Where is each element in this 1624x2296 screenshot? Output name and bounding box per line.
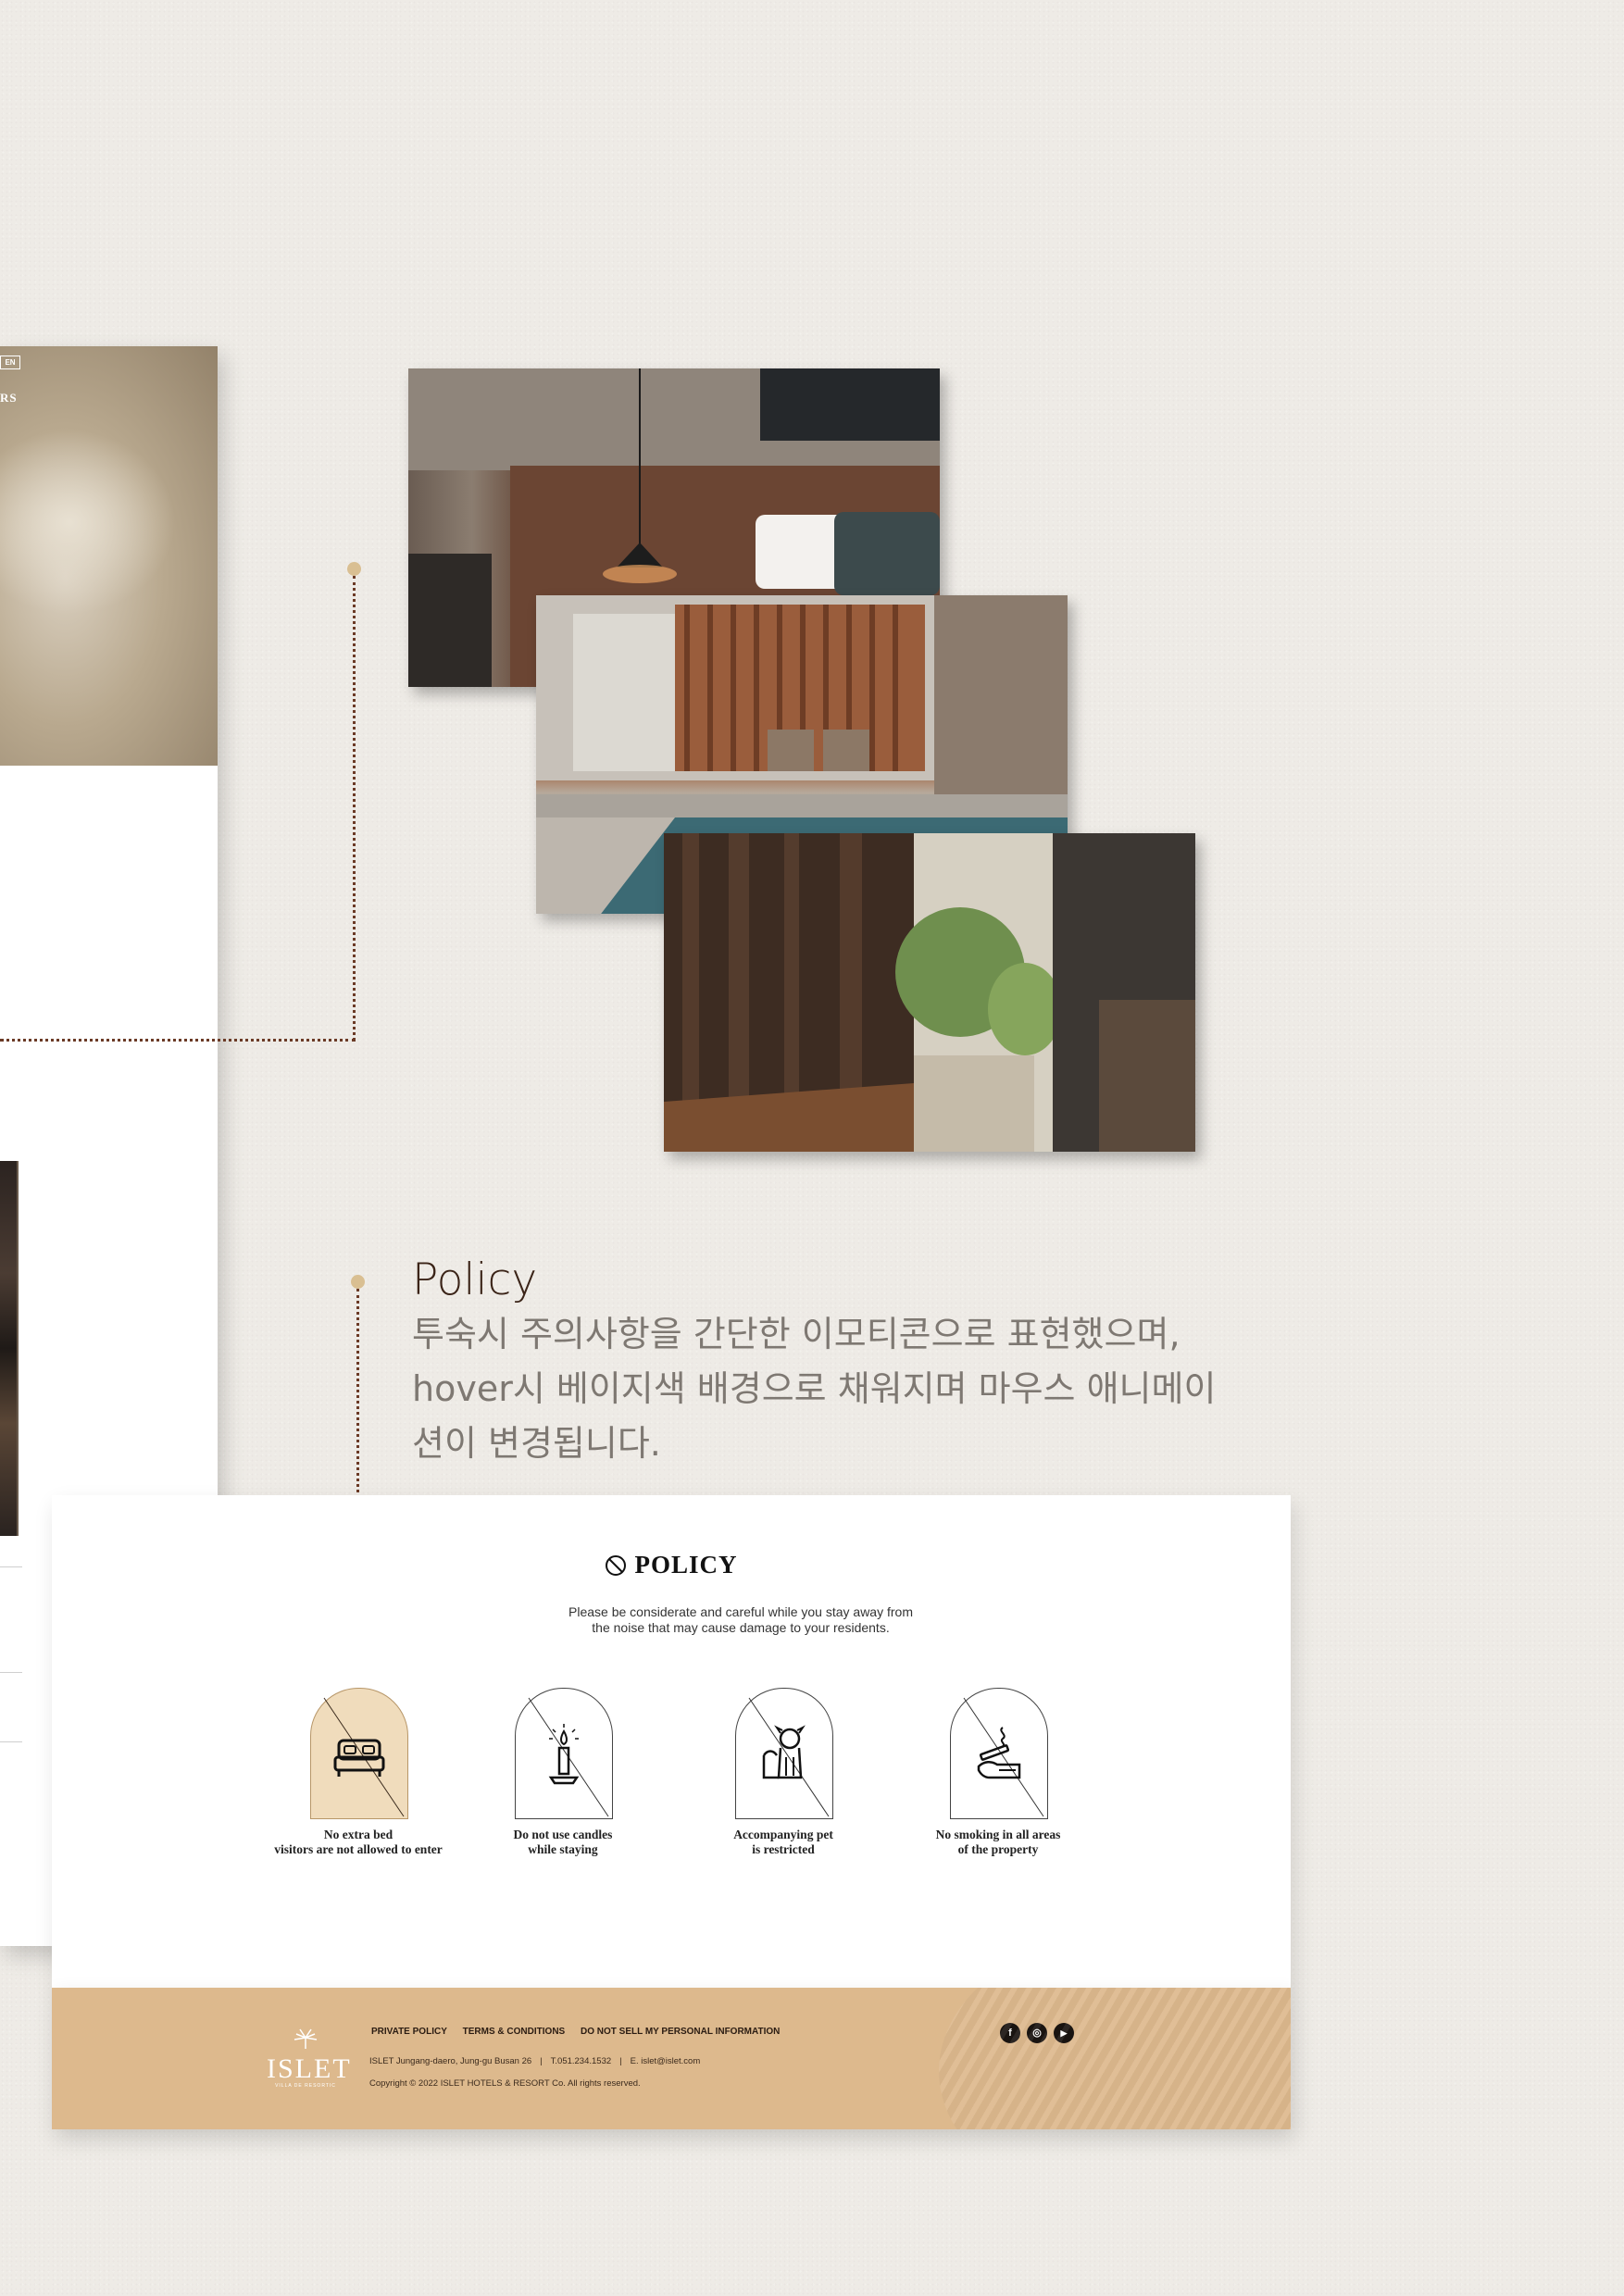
policy-label-line1: Accompanying pet (733, 1828, 833, 1841)
policy-label-no-candles: Do not use candles while staying (461, 1828, 665, 1857)
no-pets-icon (762, 1725, 806, 1779)
footer-email[interactable]: E. islet@islet.com (631, 2056, 701, 2066)
cropped-room-image (0, 1161, 19, 1536)
policy-label-line1: Do not use candles (513, 1828, 613, 1841)
islet-logo[interactable]: ISLET VILLA DE RESORTIC (267, 2028, 352, 2089)
policy-description: 투숙시 주의사항을 간단한 이모티콘으로 표현했으며, hover시 베이지색 … (412, 1314, 1217, 1464)
policy-label-line2: visitors are not allowed to enter (274, 1842, 443, 1856)
language-badge[interactable]: EN (0, 356, 20, 369)
palm-logo-icon (294, 2028, 318, 2049)
connector-dot (351, 1275, 365, 1289)
policy-subtitle-line1: Please be considerate and careful while … (568, 1604, 913, 1619)
policy-tile-no-candles[interactable] (515, 1688, 613, 1819)
no-candles-icon (548, 1724, 580, 1785)
policy-label-line1: No smoking in all areas (935, 1828, 1061, 1841)
footer-contact: ISLET Jungang-daero, Jung-gu Busan 26 | T.… (369, 2056, 701, 2066)
policy-title-text: POLICY (634, 1551, 738, 1578)
footer-copyright: Copyright © 2022 ISLET HOTELS & RESORT C… (369, 2078, 641, 2089)
divider (0, 1672, 22, 1673)
policy-label-no-pets: Accompanying pet is restricted (681, 1828, 885, 1857)
policy-label-line2: is restricted (752, 1842, 815, 1856)
hero-image (0, 346, 218, 766)
policy-tile-no-smoking[interactable] (950, 1688, 1048, 1819)
site-footer: ISLET VILLA DE RESORTIC PRIVATE POLICY T… (52, 1988, 1291, 2129)
footer-link-do-not-sell[interactable]: DO NOT SELL MY PERSONAL INFORMATION (581, 2027, 780, 2037)
no-smoking-icon (977, 1727, 1021, 1779)
policy-label-no-extra-bed: No extra bed visitors are not allowed to… (256, 1828, 460, 1857)
facebook-icon[interactable]: f (1000, 2023, 1020, 2043)
footer-address: ISLET Jungang-daero, Jung-gu Busan 26 (369, 2056, 532, 2066)
footer-link-privacy[interactable]: PRIVATE POLICY (371, 2027, 447, 2037)
policy-title: POLICY (52, 1551, 1291, 1579)
policy-subtitle: Please be considerate and careful while … (417, 1604, 1065, 1636)
policy-tile-no-extra-bed[interactable] (310, 1688, 408, 1819)
policy-section: POLICY Please be considerate and careful… (52, 1495, 1291, 1988)
connector-line (353, 576, 356, 1041)
divider (0, 1741, 22, 1742)
connector-dot (347, 562, 361, 576)
logo-wordmark: ISLET (267, 2053, 352, 2084)
footer-link-terms[interactable]: TERMS & CONDITIONS (463, 2027, 566, 2037)
divider (0, 1566, 22, 1567)
policy-label-line2: of the property (957, 1842, 1039, 1856)
terrace-photo (664, 833, 1195, 1152)
policy-subtitle-line2: the noise that may cause damage to your … (592, 1620, 890, 1635)
footer-phone: T.051.234.1532 (550, 2056, 612, 2066)
prohibited-icon (606, 1555, 627, 1576)
instagram-icon[interactable]: ◎ (1027, 2023, 1047, 2043)
policy-tile-no-pets[interactable] (735, 1688, 833, 1819)
hero-heading-fragment: RS (0, 391, 18, 405)
logo-tagline: VILLA DE RESORTIC (275, 2083, 336, 2089)
no-extra-bed-icon (333, 1739, 385, 1777)
policy-label-line2: while staying (528, 1842, 598, 1856)
policy-label-no-smoking: No smoking in all areas of the property (896, 1828, 1100, 1857)
footer-links: PRIVATE POLICY TERMS & CONDITIONS DO NOT… (371, 2027, 793, 2037)
policy-label-line1: No extra bed (323, 1828, 394, 1841)
social-links: f ◎ ▶ (1000, 2023, 1081, 2043)
connector-line (0, 1039, 356, 1042)
policy-heading: Policy (412, 1254, 538, 1305)
youtube-icon[interactable]: ▶ (1054, 2023, 1074, 2043)
